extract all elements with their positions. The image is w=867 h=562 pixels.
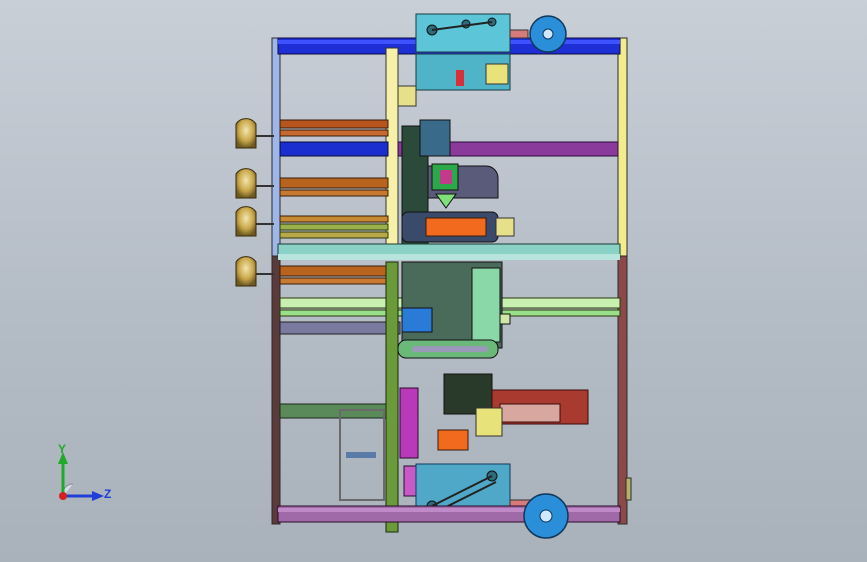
orange-slider <box>425 217 487 237</box>
middle-teal-beam-highlight <box>278 254 620 260</box>
slider-end-block <box>495 217 515 237</box>
mid-rod-3 <box>279 215 389 223</box>
signal-lamp-4 <box>235 256 274 287</box>
lower-green-slide <box>471 267 501 343</box>
olive-column <box>385 261 399 533</box>
upper-triangle-indicator <box>435 193 457 209</box>
motor-mount <box>475 407 503 437</box>
lower-blue-block <box>401 307 433 333</box>
bottom-beam-highlight <box>278 508 620 512</box>
central-head <box>419 119 451 157</box>
signal-lamp-3 <box>235 206 274 237</box>
upper-rod-2 <box>279 129 389 137</box>
lower-gray-frame-bar <box>346 452 376 458</box>
right-frame-bracket <box>625 477 632 501</box>
z-axis-label: Z <box>104 487 112 501</box>
motor-band <box>499 403 561 423</box>
lower-purple-actuator <box>399 387 419 459</box>
top-motor-block <box>485 63 509 85</box>
top-shaft <box>509 29 529 39</box>
top-red-sensor <box>456 70 464 86</box>
signal-lamp-2 <box>235 168 274 199</box>
right-frame-post-upper <box>617 37 628 257</box>
top-spool-hub <box>542 28 554 40</box>
mid-rod-4 <box>279 223 389 231</box>
lower-gray-beam <box>279 321 401 335</box>
yellow-column-bracket <box>397 85 417 107</box>
motor-orange-part <box>437 429 469 451</box>
triad-origin-icon <box>59 492 67 500</box>
left-frame-post-lower <box>271 255 281 525</box>
mid-rod-2 <box>279 189 389 197</box>
upper-blue-beam <box>279 141 389 157</box>
lower-slot <box>412 346 488 352</box>
upper-rod-1 <box>279 119 389 129</box>
upper-magenta-insert <box>440 170 452 184</box>
signal-lamp-1 <box>235 118 274 149</box>
machine-assembly-model[interactable] <box>0 0 867 562</box>
mid-rod-1 <box>279 177 389 189</box>
z-axis-arrowhead-icon <box>92 491 104 501</box>
mid-rod-5 <box>279 231 389 239</box>
lower-rod-2 <box>279 277 389 285</box>
lower-knob <box>499 313 511 325</box>
bottom-spool-hub <box>539 509 553 523</box>
lower-rod-1 <box>279 265 389 277</box>
y-axis-label: Y <box>58 442 67 456</box>
cad-graphics-viewport[interactable]: Y Z <box>0 0 867 562</box>
